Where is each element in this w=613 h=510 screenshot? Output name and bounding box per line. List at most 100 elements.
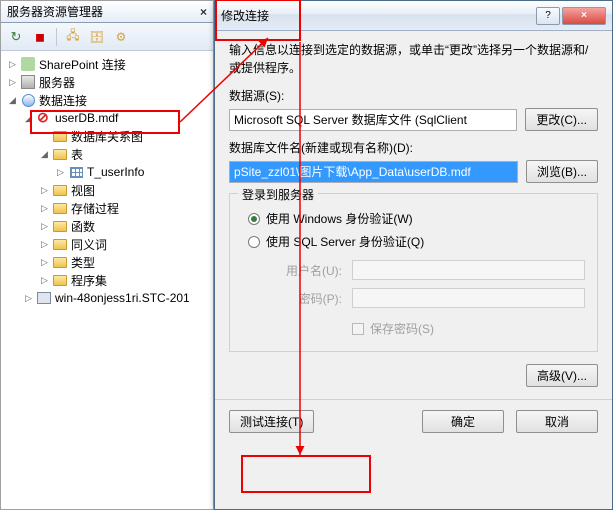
tree-label: 表	[71, 146, 83, 163]
advanced-button[interactable]: 高级(V)...	[526, 364, 598, 387]
connect-db-icon[interactable]: 🗄	[86, 26, 108, 48]
datasource-label: 数据源(S):	[229, 87, 598, 104]
toolbar-separator	[56, 28, 57, 46]
tree-label: win-48onjess1ri.STC-201	[55, 291, 190, 305]
folder-icon	[52, 254, 68, 270]
tree-label: 程序集	[71, 272, 107, 289]
tree-label: 数据库关系图	[71, 128, 143, 145]
dbfile-label: 数据库文件名(新建或现有名称)(D):	[229, 139, 598, 156]
expand-icon[interactable]: ▷	[39, 221, 50, 232]
tree-label: 视图	[71, 182, 95, 199]
ok-button[interactable]: 确定	[422, 410, 504, 433]
close-button[interactable]: ×	[562, 7, 606, 25]
refresh-icon[interactable]: ↻	[5, 26, 27, 48]
tree-tuserinfo[interactable]: ▷ T_userInfo	[3, 163, 211, 181]
password-label: 密码(P):	[268, 290, 342, 307]
dialog-description: 输入信息以连接到选定的数据源，或单击“更改”选择另一个数据源和/或提供程序。	[229, 41, 598, 77]
separator	[215, 399, 612, 400]
expand-icon[interactable]: ▷	[7, 59, 18, 70]
tree-assemblies[interactable]: ▷ 程序集	[3, 271, 211, 289]
expand-icon[interactable]: ▷	[39, 239, 50, 250]
db-error-icon	[36, 110, 52, 126]
tree-userdb[interactable]: ◢ userDB.mdf	[3, 109, 211, 127]
collapse-icon[interactable]: ◢	[7, 95, 18, 106]
expand-icon[interactable]: ▷	[7, 77, 18, 88]
tree-sharepoint[interactable]: ▷ SharePoint 连接	[3, 55, 211, 73]
server-explorer-panel: 服务器资源管理器 × ↻ ◼ 🖧 🗄 ⚙ ▷ SharePoint 连接 ▷ 服务器…	[0, 0, 214, 510]
tree-types[interactable]: ▷ 类型	[3, 253, 211, 271]
tree-label: 类型	[71, 254, 95, 271]
tree-servers[interactable]: ▷ 服务器	[3, 73, 211, 91]
server-icon	[20, 74, 36, 90]
folder-icon	[52, 146, 68, 162]
datasource-value: Microsoft SQL Server 数据库文件 (SqlClient	[234, 111, 467, 128]
collapse-icon[interactable]: ◢	[39, 149, 50, 160]
tree-win48[interactable]: ▷ win-48onjess1ri.STC-201	[3, 289, 211, 307]
expand-icon[interactable]: ▷	[39, 185, 50, 196]
datasource-combobox[interactable]: Microsoft SQL Server 数据库文件 (SqlClient	[229, 109, 517, 131]
table-icon	[68, 164, 84, 180]
tree-views[interactable]: ▷ 视图	[3, 181, 211, 199]
tree-synonyms[interactable]: ▷同义词	[3, 235, 211, 253]
folder-icon	[52, 272, 68, 288]
collapse-icon[interactable]: ◢	[23, 113, 34, 124]
help-button[interactable]: ?	[536, 7, 560, 25]
connect-service-icon[interactable]: ⚙	[110, 26, 132, 48]
dialog-body: 输入信息以连接到选定的数据源，或单击“更改”选择另一个数据源和/或提供程序。 数…	[215, 31, 612, 441]
username-input	[352, 260, 585, 280]
expand-icon[interactable]: ▷	[23, 293, 34, 304]
save-password-checkbox: 保存密码(S)	[352, 320, 585, 337]
sharepoint-icon	[20, 56, 36, 72]
folder-icon	[52, 200, 68, 216]
folder-icon	[52, 236, 68, 252]
tree-label: SharePoint 连接	[39, 56, 126, 73]
connect-server-icon[interactable]: 🖧	[62, 26, 84, 48]
dbfile-value: pSite_zzl01\图片下载\App_Data\userDB.mdf	[234, 163, 471, 180]
tree-functions[interactable]: ▷ 函数	[3, 217, 211, 235]
expand-icon[interactable]: ▷	[55, 167, 66, 178]
tree-label: 函数	[71, 218, 95, 235]
dialog-title: 修改连接	[221, 7, 536, 24]
radio-label: 使用 Windows 身份验证(W)	[266, 210, 413, 227]
expand-icon[interactable]: ▷	[39, 203, 50, 214]
tree-label: userDB.mdf	[55, 111, 118, 125]
tree-label: 存储过程	[71, 200, 119, 217]
password-input	[352, 288, 585, 308]
radio-icon	[248, 236, 260, 248]
radio-windows-auth[interactable]: 使用 Windows 身份验证(W)	[248, 210, 585, 227]
login-groupbox: 登录到服务器 使用 Windows 身份验证(W) 使用 SQL Server …	[229, 193, 598, 352]
database-icon	[20, 92, 36, 108]
folder-icon	[52, 128, 68, 144]
tree-procs[interactable]: ▷ 存储过程	[3, 199, 211, 217]
test-connection-button[interactable]: 测试连接(T)	[229, 410, 314, 433]
change-button[interactable]: 更改(C)...	[525, 108, 598, 131]
cancel-button[interactable]: 取消	[516, 410, 598, 433]
expand-icon[interactable]: ▷	[39, 257, 50, 268]
dialog-titlebar[interactable]: 修改连接 ? ×	[215, 1, 612, 31]
dialog-footer: 测试连接(T) 确定 取消	[229, 410, 598, 433]
stop-icon[interactable]: ◼	[29, 26, 51, 48]
expand-icon[interactable]: ▷	[39, 275, 50, 286]
checkbox-icon	[352, 323, 364, 335]
login-legend: 登录到服务器	[238, 186, 318, 203]
tree-label: T_userInfo	[87, 165, 144, 179]
radio-sql-auth[interactable]: 使用 SQL Server 身份验证(Q)	[248, 233, 585, 250]
checkbox-label: 保存密码(S)	[370, 320, 434, 337]
radio-label: 使用 SQL Server 身份验证(Q)	[266, 233, 424, 250]
browse-button[interactable]: 浏览(B)...	[526, 160, 598, 183]
explorer-close-button[interactable]: ×	[200, 1, 207, 23]
explorer-titlebar: 服务器资源管理器 ×	[1, 1, 213, 23]
tree-dataconn[interactable]: ◢ 数据连接	[3, 91, 211, 109]
radio-icon	[248, 213, 260, 225]
tree-label: 服务器	[39, 74, 75, 91]
computer-icon	[36, 290, 52, 306]
window-buttons: ? ×	[536, 7, 606, 25]
dbfile-textbox[interactable]: pSite_zzl01\图片下载\App_Data\userDB.mdf	[229, 161, 518, 183]
tree-label: 数据连接	[39, 92, 87, 109]
tree-diagrams[interactable]: 数据库关系图	[3, 127, 211, 145]
explorer-toolbar: ↻ ◼ 🖧 🗄 ⚙	[1, 23, 213, 51]
spacer	[39, 131, 50, 142]
tree-tables[interactable]: ◢表	[3, 145, 211, 163]
folder-icon	[52, 182, 68, 198]
folder-icon	[52, 218, 68, 234]
